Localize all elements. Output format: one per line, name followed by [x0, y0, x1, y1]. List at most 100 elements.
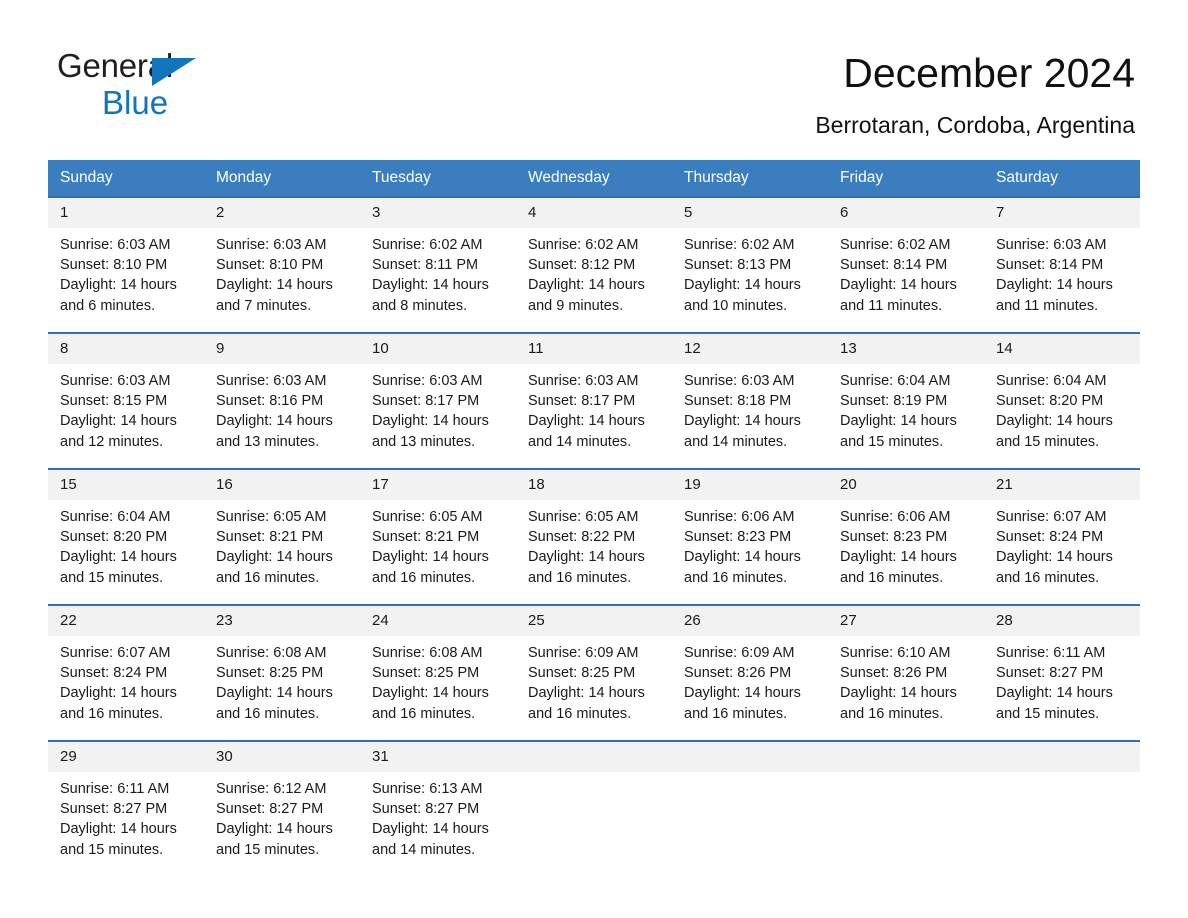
daylight-text-line2: and 7 minutes. [216, 297, 312, 314]
weekday-sunday: Sunday [60, 169, 113, 186]
daylight-text-line1: Daylight: 14 hours [996, 413, 1113, 430]
daylight-text-line2: and 6 minutes. [60, 297, 156, 314]
date-number[interactable]: 29 [48, 742, 204, 772]
day-cell[interactable]: Sunrise: 6:03 AM Sunset: 8:14 PM Dayligh… [984, 228, 1140, 332]
day-cell[interactable]: Sunrise: 6:05 AM Sunset: 8:22 PM Dayligh… [516, 500, 672, 604]
date-number[interactable]: 12 [672, 334, 828, 364]
day-cell[interactable]: Sunrise: 6:05 AM Sunset: 8:21 PM Dayligh… [204, 500, 360, 604]
day-cell[interactable]: Sunrise: 6:03 AM Sunset: 8:16 PM Dayligh… [204, 364, 360, 468]
day-cell[interactable]: Sunrise: 6:02 AM Sunset: 8:14 PM Dayligh… [828, 228, 984, 332]
sunrise-text: Sunrise: 6:05 AM [372, 509, 483, 525]
week-detail-band: Sunrise: 6:03 AM Sunset: 8:10 PM Dayligh… [48, 228, 1140, 332]
sunset-text: Sunset: 8:14 PM [840, 257, 948, 274]
sunrise-text: Sunrise: 6:06 AM [684, 509, 795, 525]
date-number[interactable]: 17 [360, 470, 516, 500]
day-cell[interactable]: Sunrise: 6:04 AM Sunset: 8:20 PM Dayligh… [984, 364, 1140, 468]
daylight-text-line2: and 16 minutes. [216, 705, 320, 722]
sunrise-text: Sunrise: 6:02 AM [684, 237, 795, 253]
date-number[interactable]: 15 [48, 470, 204, 500]
date-number[interactable]: 6 [828, 198, 984, 228]
date-number[interactable]: 18 [516, 470, 672, 500]
day-cell[interactable]: Sunrise: 6:03 AM Sunset: 8:10 PM Dayligh… [48, 228, 204, 332]
date-number[interactable]: 24 [360, 606, 516, 636]
date-number[interactable]: 16 [204, 470, 360, 500]
day-cell[interactable]: Sunrise: 6:08 AM Sunset: 8:25 PM Dayligh… [360, 636, 516, 740]
sunrise-text: Sunrise: 6:04 AM [60, 509, 171, 525]
week-row: 15 16 17 18 19 20 21 Sunrise: 6:04 AM Su… [48, 468, 1140, 604]
day-cell[interactable]: Sunrise: 6:03 AM Sunset: 8:17 PM Dayligh… [516, 364, 672, 468]
date-number[interactable]: 30 [204, 742, 360, 772]
sunset-text: Sunset: 8:13 PM [684, 257, 792, 274]
week-date-band: 15 16 17 18 19 20 21 [48, 470, 1140, 500]
daylight-text-line1: Daylight: 14 hours [840, 277, 957, 294]
date-number[interactable]: 28 [984, 606, 1140, 636]
sunset-text: Sunset: 8:17 PM [372, 393, 480, 410]
day-cell[interactable]: Sunrise: 6:02 AM Sunset: 8:12 PM Dayligh… [516, 228, 672, 332]
week-date-band: 22 23 24 25 26 27 28 [48, 606, 1140, 636]
date-number[interactable]: 1 [48, 198, 204, 228]
date-number[interactable]: 2 [204, 198, 360, 228]
day-cell[interactable]: Sunrise: 6:12 AM Sunset: 8:27 PM Dayligh… [204, 772, 360, 876]
date-number[interactable]: 26 [672, 606, 828, 636]
daylight-text-line1: Daylight: 14 hours [372, 685, 489, 702]
day-cell[interactable]: Sunrise: 6:09 AM Sunset: 8:26 PM Dayligh… [672, 636, 828, 740]
date-number[interactable]: 8 [48, 334, 204, 364]
daylight-text-line2: and 14 minutes. [528, 433, 632, 450]
daylight-text-line1: Daylight: 14 hours [996, 549, 1113, 566]
date-number[interactable]: 27 [828, 606, 984, 636]
sunrise-text: Sunrise: 6:04 AM [996, 373, 1107, 389]
day-cell[interactable]: Sunrise: 6:10 AM Sunset: 8:26 PM Dayligh… [828, 636, 984, 740]
sunset-text: Sunset: 8:26 PM [840, 665, 948, 682]
day-cell[interactable]: Sunrise: 6:08 AM Sunset: 8:25 PM Dayligh… [204, 636, 360, 740]
daylight-text-line2: and 16 minutes. [372, 705, 476, 722]
day-cell[interactable]: Sunrise: 6:03 AM Sunset: 8:15 PM Dayligh… [48, 364, 204, 468]
sunrise-text: Sunrise: 6:02 AM [840, 237, 951, 253]
date-number[interactable]: 13 [828, 334, 984, 364]
day-cell[interactable]: Sunrise: 6:03 AM Sunset: 8:10 PM Dayligh… [204, 228, 360, 332]
day-cell[interactable]: Sunrise: 6:02 AM Sunset: 8:11 PM Dayligh… [360, 228, 516, 332]
day-cell[interactable]: Sunrise: 6:11 AM Sunset: 8:27 PM Dayligh… [984, 636, 1140, 740]
day-cell[interactable]: Sunrise: 6:04 AM Sunset: 8:20 PM Dayligh… [48, 500, 204, 604]
sunset-text: Sunset: 8:20 PM [996, 393, 1104, 410]
day-cell[interactable]: Sunrise: 6:02 AM Sunset: 8:13 PM Dayligh… [672, 228, 828, 332]
day-cell[interactable]: Sunrise: 6:05 AM Sunset: 8:21 PM Dayligh… [360, 500, 516, 604]
date-number[interactable]: 7 [984, 198, 1140, 228]
date-number[interactable]: 3 [360, 198, 516, 228]
weekday-saturday: Saturday [996, 169, 1059, 186]
date-number[interactable]: 21 [984, 470, 1140, 500]
date-number[interactable]: 25 [516, 606, 672, 636]
date-number[interactable]: 23 [204, 606, 360, 636]
sunset-text: Sunset: 8:27 PM [372, 801, 480, 818]
weekday-tuesday: Tuesday [372, 169, 431, 186]
date-number[interactable]: 5 [672, 198, 828, 228]
logo-text-blue: Blue [102, 84, 169, 121]
day-cell[interactable]: Sunrise: 6:06 AM Sunset: 8:23 PM Dayligh… [828, 500, 984, 604]
daylight-text-line2: and 8 minutes. [372, 297, 468, 314]
day-cell[interactable]: Sunrise: 6:07 AM Sunset: 8:24 PM Dayligh… [984, 500, 1140, 604]
general-blue-logo[interactable]: General Blue [57, 46, 257, 124]
daylight-text-line2: and 16 minutes. [996, 569, 1100, 586]
day-cell[interactable]: Sunrise: 6:09 AM Sunset: 8:25 PM Dayligh… [516, 636, 672, 740]
day-cell[interactable]: Sunrise: 6:07 AM Sunset: 8:24 PM Dayligh… [48, 636, 204, 740]
date-number[interactable]: 22 [48, 606, 204, 636]
date-number[interactable]: 19 [672, 470, 828, 500]
day-cell[interactable]: Sunrise: 6:11 AM Sunset: 8:27 PM Dayligh… [48, 772, 204, 876]
page-subtitle: Berrotaran, Cordoba, Argentina [815, 112, 1135, 138]
day-cell[interactable]: Sunrise: 6:06 AM Sunset: 8:23 PM Dayligh… [672, 500, 828, 604]
date-number-empty [672, 742, 828, 772]
day-cell[interactable]: Sunrise: 6:03 AM Sunset: 8:17 PM Dayligh… [360, 364, 516, 468]
day-cell[interactable]: Sunrise: 6:13 AM Sunset: 8:27 PM Dayligh… [360, 772, 516, 876]
day-cell[interactable]: Sunrise: 6:03 AM Sunset: 8:18 PM Dayligh… [672, 364, 828, 468]
date-number[interactable]: 14 [984, 334, 1140, 364]
date-number[interactable]: 31 [360, 742, 516, 772]
daylight-text-line1: Daylight: 14 hours [996, 685, 1113, 702]
date-number[interactable]: 10 [360, 334, 516, 364]
daylight-text-line2: and 16 minutes. [684, 569, 788, 586]
daylight-text-line1: Daylight: 14 hours [216, 821, 333, 838]
date-number[interactable]: 11 [516, 334, 672, 364]
calendar-page: General Blue December 2024 Berrotaran, C… [0, 0, 1188, 918]
date-number[interactable]: 20 [828, 470, 984, 500]
day-cell[interactable]: Sunrise: 6:04 AM Sunset: 8:19 PM Dayligh… [828, 364, 984, 468]
date-number[interactable]: 9 [204, 334, 360, 364]
date-number[interactable]: 4 [516, 198, 672, 228]
